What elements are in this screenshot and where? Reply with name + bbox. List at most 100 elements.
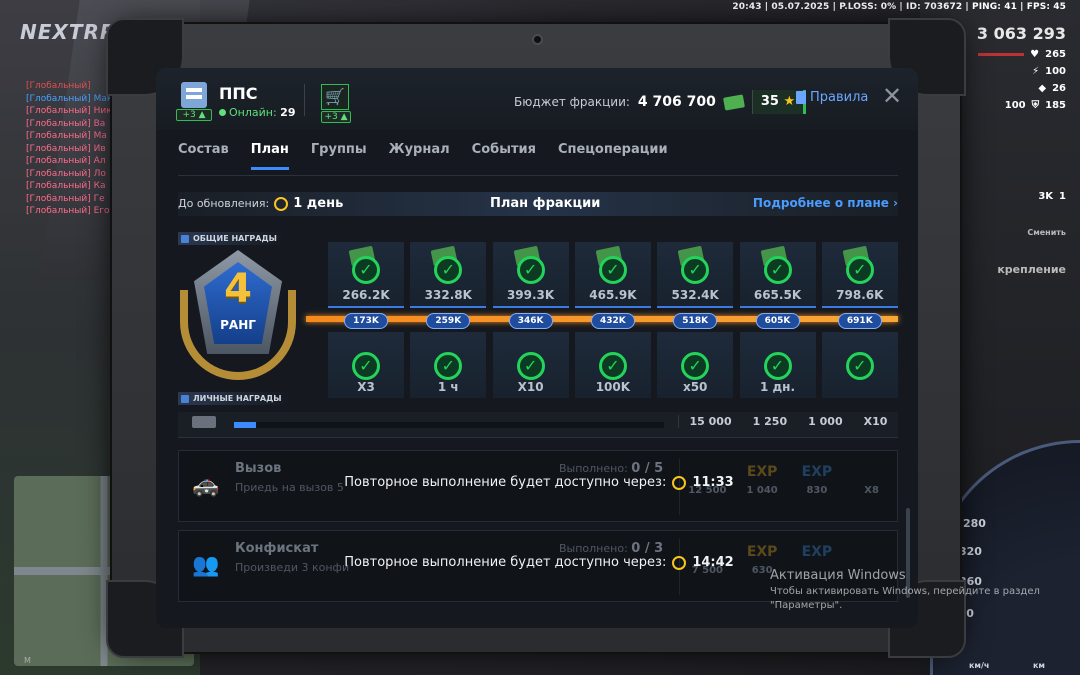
tab-plan[interactable]: План bbox=[250, 142, 289, 170]
task-progress-bar bbox=[234, 422, 664, 428]
task-row: 15 000 1 250 1 000 X10 bbox=[178, 412, 898, 438]
hotbar-item[interactable]: 1 bbox=[1059, 191, 1066, 202]
update-timer: До обновления: 1 день bbox=[178, 196, 344, 211]
armor-stat: 100 ⛨ 185 bbox=[1004, 100, 1066, 111]
common-reward-amount: 465.9K bbox=[589, 288, 637, 302]
cart-badge: +3 ▲ bbox=[321, 111, 351, 123]
check-icon: ✓ bbox=[681, 256, 710, 284]
camera-icon bbox=[532, 34, 543, 45]
health-bar bbox=[978, 53, 1025, 56]
faction-window: +3 ▲ ППС Онлайн: 29 🛒 +3 ▲ Бюджет фракци… bbox=[156, 68, 918, 628]
status-bar: 20:43 | 05.07.2025 | P.LOSS: 0% | ID: 70… bbox=[732, 2, 1066, 12]
online-indicator: Онлайн: 29 bbox=[219, 106, 295, 119]
personal-reward-amount: X10 bbox=[517, 380, 544, 394]
tablet-frame: +3 ▲ ППС Онлайн: 29 🛒 +3 ▲ Бюджет фракци… bbox=[106, 18, 966, 658]
tab-bar: Состав План Группы Журнал События Спецоп… bbox=[178, 142, 668, 170]
tab-sostav[interactable]: Состав bbox=[178, 142, 229, 170]
tab-specops[interactable]: Спецоперации bbox=[558, 142, 668, 170]
shop-button[interactable]: 🛒 +3 ▲ bbox=[321, 84, 351, 124]
rules-link[interactable]: Правила bbox=[796, 90, 868, 105]
check-icon: ✓ bbox=[434, 352, 463, 380]
reward-column: ✓ 399.3K 346K ✓ X10 bbox=[492, 242, 569, 400]
divider bbox=[304, 84, 305, 116]
common-reward-cell[interactable]: ✓ 332.8K bbox=[410, 242, 487, 308]
common-reward-cell[interactable]: ✓ 266.2K bbox=[328, 242, 404, 308]
hotbar-item[interactable]: 3K bbox=[1038, 191, 1053, 202]
chat-line: [Глобальный] Ка bbox=[26, 181, 106, 191]
tab-journal[interactable]: Журнал bbox=[389, 142, 450, 170]
chat-line: [Глобальный] Ло bbox=[26, 168, 106, 179]
personal-rewards-label: ЛИЧНЫЕ НАГРАДЫ bbox=[178, 392, 288, 405]
attach-hint: крепление bbox=[997, 263, 1066, 276]
heart-icon: ♥ bbox=[1030, 49, 1040, 60]
online-count: 29 bbox=[280, 106, 296, 119]
player-hud: 3 063 293 ♥ 265 ⚡ 100 ◆ 26 100 ⛨ 185 3K 1 Сме… bbox=[956, 24, 1066, 276]
common-reward-amount: 798.6K bbox=[836, 288, 884, 302]
timer-icon bbox=[672, 475, 687, 490]
common-reward-cell[interactable]: ✓ 532.4K bbox=[657, 242, 734, 308]
reward-value: 1 250 bbox=[752, 415, 788, 428]
tab-groups[interactable]: Группы bbox=[311, 142, 367, 170]
common-reward-cell[interactable]: ✓ 798.6K bbox=[821, 242, 898, 308]
timer-icon bbox=[672, 555, 687, 570]
money-counter: 3 063 293 bbox=[976, 24, 1066, 43]
chat-line: [Глобальный] Ма bbox=[26, 131, 107, 141]
threshold-pill: 518K bbox=[673, 313, 718, 329]
threshold-pill: 605K bbox=[755, 313, 800, 329]
check-icon: ✓ bbox=[434, 256, 463, 284]
rank-badge: 4 РАНГ bbox=[180, 250, 296, 380]
check-icon: ✓ bbox=[516, 256, 545, 284]
check-icon: ✓ bbox=[845, 256, 874, 284]
personal-reward-cell[interactable]: ✓ X3 bbox=[328, 332, 404, 398]
common-reward-amount: 332.8K bbox=[424, 288, 472, 302]
cooldown-overlay: Повторное выполнение будет доступно чере… bbox=[344, 475, 734, 490]
hotbar: 3K 1 bbox=[956, 191, 1066, 202]
threshold-pill: 259K bbox=[426, 313, 471, 329]
personal-reward-cell[interactable]: ✓ X10 bbox=[492, 332, 569, 398]
task-progress: Выполнено: 0 / 5 bbox=[559, 461, 664, 476]
common-reward-amount: 665.5K bbox=[753, 288, 802, 302]
personal-reward-cell[interactable]: ✓ 1 дн. bbox=[739, 332, 816, 398]
tab-events[interactable]: События bbox=[472, 142, 536, 170]
chat-line: [Глобальный] Ал bbox=[26, 156, 106, 166]
speedo-tick: 280 bbox=[963, 517, 986, 530]
speed-unit: км/ч bbox=[969, 661, 990, 670]
chat-line: [Глобальный] Ва bbox=[26, 118, 106, 129]
minimap-label: M bbox=[24, 656, 31, 665]
faction-badge: +3 ▲ bbox=[176, 109, 212, 121]
plan-details-link[interactable]: Подробнее о плане › bbox=[753, 196, 898, 210]
change-hint: Сменить bbox=[1027, 228, 1066, 237]
common-reward-cell[interactable]: ✓ 465.9K bbox=[574, 242, 651, 308]
common-reward-amount: 532.4K bbox=[671, 288, 719, 302]
distance-unit: км bbox=[1033, 661, 1045, 670]
task-progress: Выполнено: 0 / 3 bbox=[559, 541, 664, 556]
close-button[interactable]: ✕ bbox=[882, 84, 902, 108]
common-reward-cell[interactable]: ✓ 399.3K bbox=[492, 242, 569, 308]
common-reward-cell[interactable]: ✓ 665.5K bbox=[739, 242, 816, 308]
reward-column: ✓ 798.6K 691K ✓ bbox=[821, 242, 898, 400]
reward-value: 1 000 bbox=[808, 415, 843, 428]
threshold-pill: 173K bbox=[344, 313, 388, 329]
cart-icon: 🛒 bbox=[321, 84, 349, 110]
check-icon: ✓ bbox=[516, 352, 545, 380]
cooldown-time: 11:33 bbox=[692, 475, 734, 490]
personal-reward-cell[interactable]: ✓ bbox=[821, 332, 898, 398]
check-icon: ✓ bbox=[598, 352, 627, 380]
faction-icon[interactable]: +3 ▲ bbox=[176, 82, 212, 122]
gift-icon bbox=[181, 234, 189, 243]
plan-title: План фракции bbox=[490, 196, 601, 211]
chat-log: [Глобальный] [Глобальный] Мак [Глобальны… bbox=[26, 80, 126, 218]
health-stat: ♥ 265 bbox=[956, 49, 1066, 60]
common-reward-amount: 399.3K bbox=[506, 288, 555, 302]
task-call[interactable]: 🚓 Вызов Приедь на вызов 5 Выполнено: 0 /… bbox=[178, 450, 898, 522]
personal-reward-cell[interactable]: ✓ 100K bbox=[574, 332, 651, 398]
faction-name: ППС bbox=[219, 84, 258, 103]
chat-line: [Глобальный] Ив bbox=[26, 143, 106, 154]
reward-column: ✓ 465.9K 432K ✓ 100K bbox=[574, 242, 651, 400]
windows-activation-watermark: Активация Windows Чтобы активировать Win… bbox=[770, 568, 1040, 611]
personal-reward-cell[interactable]: ✓ x50 bbox=[657, 332, 734, 398]
task-progress-fill bbox=[234, 422, 256, 428]
check-icon: ✓ bbox=[681, 352, 710, 380]
personal-reward-cell[interactable]: ✓ 1 ч bbox=[410, 332, 487, 398]
task-name: Конфискат bbox=[235, 541, 319, 556]
